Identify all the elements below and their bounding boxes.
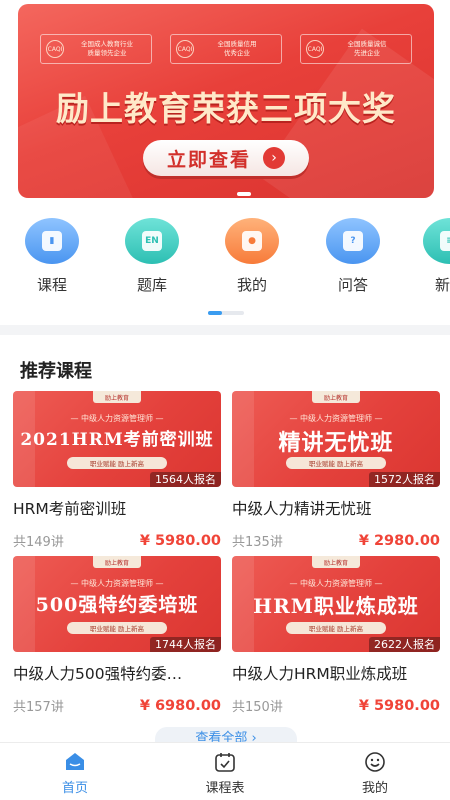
- user-icon: ●: [225, 218, 279, 264]
- lesson-count: 共135讲: [232, 535, 283, 550]
- shortcut-label: 我的: [236, 276, 267, 294]
- arrow-right-icon: ›: [263, 147, 285, 169]
- shortcut-question-bank[interactable]: EN 题库: [122, 218, 182, 295]
- calendar-icon: [213, 751, 237, 773]
- thumb-title: 500强特约委培班: [35, 594, 199, 616]
- qa-icon: ?: [326, 218, 380, 264]
- bottom-tab-bar: 首页 课程表 我的: [0, 742, 450, 800]
- shortcut-news[interactable]: ≡ 新闻: [420, 218, 450, 295]
- thumb-subtitle: — 中级人力资源管理师 —: [289, 414, 383, 423]
- seal-icon: CAQI: [46, 40, 64, 58]
- shortcut-label: 问答: [337, 276, 368, 294]
- thumb-subtitle: — 中级人力资源管理师 —: [70, 579, 164, 588]
- enroll-count: 1572人报名: [369, 472, 440, 487]
- lesson-count: 共150讲: [232, 700, 283, 715]
- carousel-indicator: [237, 192, 251, 196]
- award-line: 全国质量信用: [217, 40, 257, 48]
- banner-headline: 励上教育荣获三项大奖: [56, 89, 396, 128]
- pager-active: [208, 311, 222, 315]
- course-title[interactable]: 中级人力精讲无忧班: [232, 497, 440, 519]
- enroll-count: 1564人报名: [150, 472, 221, 487]
- tab-home[interactable]: 首页: [0, 743, 150, 800]
- shortcut-label: 课程: [36, 276, 67, 294]
- home-page: CAQI 全国成人教育行业 质量领先企业 CAQI 全国质量信用 优秀企业 CAQI…: [0, 0, 450, 800]
- course-title[interactable]: HRM考前密训班: [13, 497, 221, 519]
- tab-label: 我的: [361, 781, 388, 796]
- smiley-icon: [363, 751, 387, 773]
- course-price: ¥ 5980.00: [358, 697, 440, 714]
- course-price: ¥ 5980.00: [139, 532, 221, 549]
- news-icon: ≡: [423, 218, 450, 264]
- tab-label: 首页: [61, 781, 88, 796]
- award-badge: CAQI 全国质量诚信 先进企业: [300, 34, 412, 64]
- course-thumbnail[interactable]: 励上教育 — 中级人力资源管理师 — 2021HRM考前密训班 职业赋能 励上新…: [13, 391, 221, 487]
- award-badges: CAQI 全国成人教育行业 质量领先企业 CAQI 全国质量信用 优秀企业 CAQI…: [40, 34, 412, 64]
- book-icon: ▮: [25, 218, 79, 264]
- banner-carousel[interactable]: CAQI 全国成人教育行业 质量领先企业 CAQI 全国质量信用 优秀企业 CAQI…: [0, 0, 450, 210]
- course-card[interactable]: 励上教育 — 中级人力资源管理师 — HRM职业炼成班 职业赋能 励上新高 26…: [232, 556, 440, 715]
- thumb-title: 2021HRM考前密训班: [20, 430, 214, 450]
- section-divider: [0, 325, 450, 335]
- shortcut-pager: [208, 311, 244, 315]
- thumb-subtitle: — 中级人力资源管理师 —: [70, 414, 164, 423]
- shortcut-mine[interactable]: ● 我的: [222, 218, 282, 295]
- thumb-slogan: 职业赋能 励上新高: [286, 622, 386, 634]
- seal-icon: CAQI: [176, 40, 194, 58]
- view-now-button[interactable]: 立即查看 ›: [143, 140, 309, 176]
- tab-schedule[interactable]: 课程表: [150, 743, 300, 800]
- section-title: 推荐课程: [20, 361, 92, 382]
- brand-logo: 励上教育: [312, 556, 360, 568]
- lesson-count: 共149讲: [13, 535, 64, 550]
- thumb-slogan: 职业赋能 励上新高: [286, 457, 386, 469]
- award-line: 全国质量诚信: [347, 40, 387, 48]
- tab-label: 课程表: [205, 781, 245, 796]
- view-now-label: 立即查看: [166, 148, 251, 171]
- shortcut-course[interactable]: ▮ 课程: [22, 218, 82, 295]
- shortcut-qa[interactable]: ? 问答: [323, 218, 383, 295]
- question-bank-icon: EN: [125, 218, 179, 264]
- thumb-slogan: 职业赋能 励上新高: [67, 457, 167, 469]
- enroll-count: 2622人报名: [369, 637, 440, 652]
- brand-logo: 励上教育: [93, 556, 141, 568]
- award-badge: CAQI 全国质量信用 优秀企业: [170, 34, 282, 64]
- course-price: ¥ 6980.00: [139, 697, 221, 714]
- award-line: 质量领先企业: [87, 49, 127, 57]
- thumb-slogan: 职业赋能 励上新高: [67, 622, 167, 634]
- banner-slide[interactable]: CAQI 全国成人教育行业 质量领先企业 CAQI 全国质量信用 优秀企业 CAQI…: [18, 4, 434, 198]
- shortcut-grid: ▮ 课程 EN 题库 ● 我的 ? 问答 ≡ 新闻: [0, 212, 450, 320]
- seal-icon: CAQI: [306, 40, 324, 58]
- award-line: 全国成人教育行业: [81, 40, 133, 48]
- thumb-subtitle: — 中级人力资源管理师 —: [289, 579, 383, 588]
- course-price: ¥ 2980.00: [358, 532, 440, 549]
- thumb-title: HRM职业炼成班: [253, 594, 419, 618]
- course-thumbnail[interactable]: 励上教育 — 中级人力资源管理师 — HRM职业炼成班 职业赋能 励上新高 26…: [232, 556, 440, 652]
- tab-mine[interactable]: 我的: [300, 743, 450, 800]
- brand-logo: 励上教育: [93, 391, 141, 403]
- course-card[interactable]: 励上教育 — 中级人力资源管理师 — 500强特约委培班 职业赋能 励上新高 1…: [13, 556, 221, 715]
- award-line: 优秀企业: [224, 49, 250, 57]
- course-title[interactable]: 中级人力500强特约委…: [13, 662, 221, 684]
- home-icon: [63, 751, 87, 773]
- shortcut-label: 题库: [136, 276, 167, 294]
- brand-logo: 励上教育: [312, 391, 360, 403]
- course-card[interactable]: 励上教育 — 中级人力资源管理师 — 精讲无忧班 职业赋能 励上新高 1572人…: [232, 391, 440, 550]
- lesson-count: 共157讲: [13, 700, 64, 715]
- course-thumbnail[interactable]: 励上教育 — 中级人力资源管理师 — 精讲无忧班 职业赋能 励上新高 1572人…: [232, 391, 440, 487]
- course-title[interactable]: 中级人力HRM职业炼成班: [232, 662, 440, 684]
- thumb-title: 精讲无忧班: [278, 430, 394, 456]
- award-badge: CAQI 全国成人教育行业 质量领先企业: [40, 34, 152, 64]
- shortcut-label: 新闻: [434, 276, 450, 294]
- course-card[interactable]: 励上教育 — 中级人力资源管理师 — 2021HRM考前密训班 职业赋能 励上新…: [13, 391, 221, 550]
- award-line: 先进企业: [354, 49, 380, 57]
- enroll-count: 1744人报名: [150, 637, 221, 652]
- course-thumbnail[interactable]: 励上教育 — 中级人力资源管理师 — 500强特约委培班 职业赋能 励上新高 1…: [13, 556, 221, 652]
